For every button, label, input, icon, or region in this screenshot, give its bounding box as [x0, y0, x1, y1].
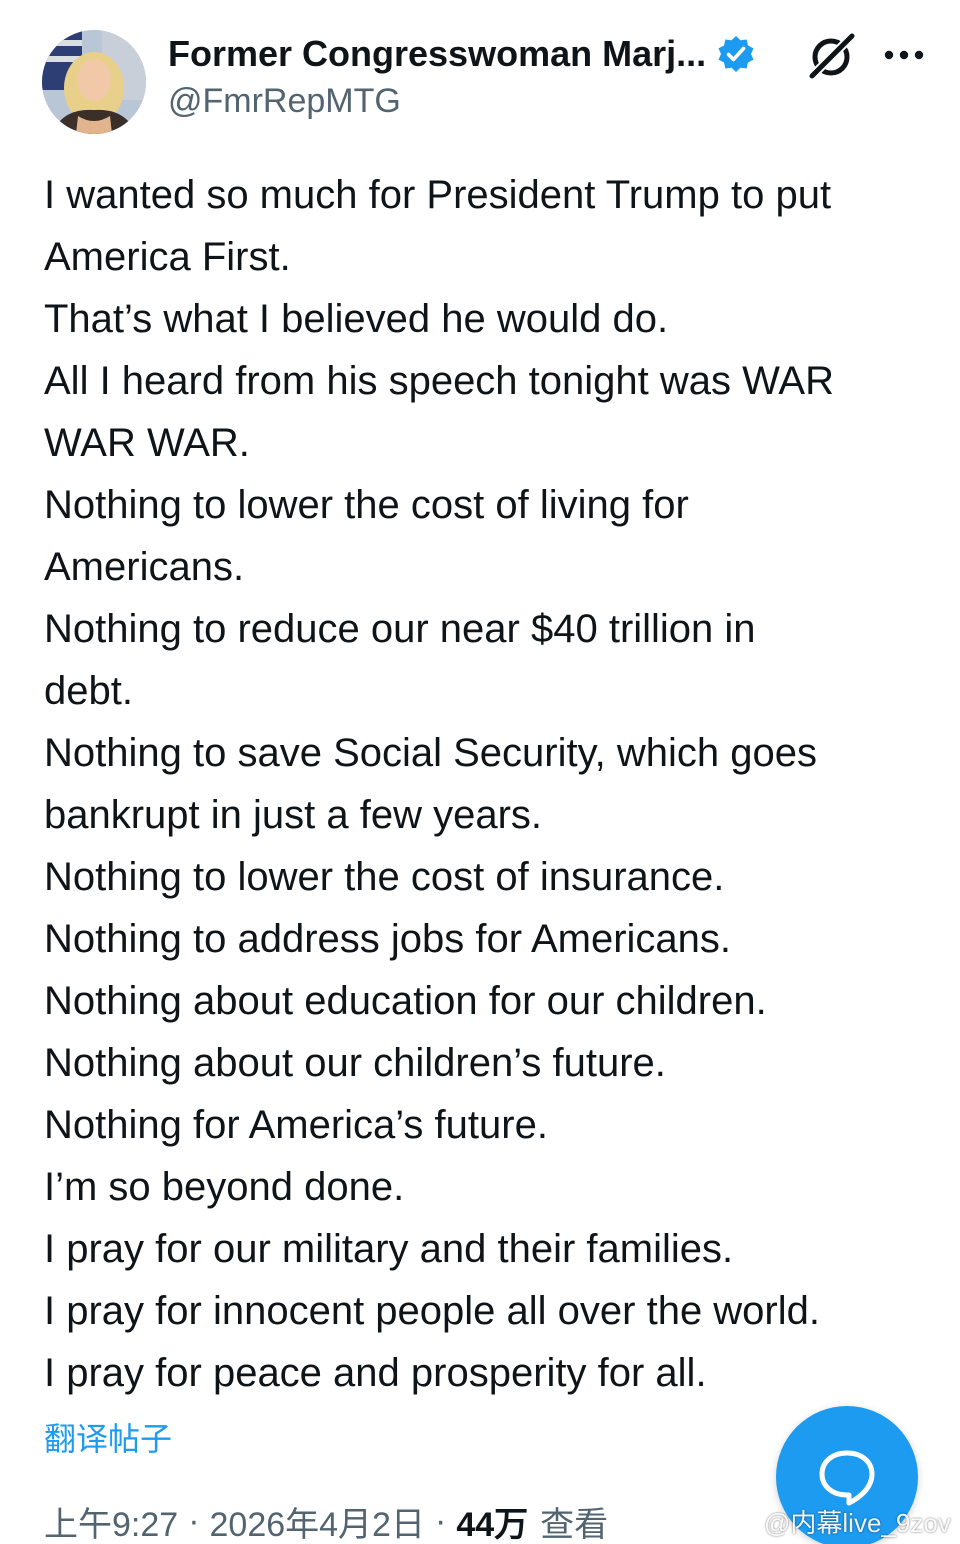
tweet-line: Nothing about our children’s future. [44, 1041, 666, 1085]
weibo-logo-icon [726, 1510, 757, 1534]
grok-icon[interactable] [806, 30, 858, 82]
avatar-image [42, 30, 146, 134]
meta-separator: · [434, 1501, 447, 1540]
author-handle[interactable]: @FmrRepMTG [168, 82, 401, 121]
tweet-line: debt. [44, 669, 133, 713]
views-count[interactable]: 44万 [456, 1497, 528, 1544]
more-options-icon[interactable] [882, 38, 926, 72]
tweet-line: I’m so beyond done. [44, 1165, 405, 1209]
views-label[interactable]: 查看 [540, 1497, 608, 1544]
tweet-line: I wanted so much for President Trump to … [44, 173, 832, 217]
tweet-line: I pray for innocent people all over the … [44, 1289, 820, 1333]
watermark: @内幕live_9zov [726, 1504, 951, 1538]
tweet-time[interactable]: 上午9:27 [44, 1497, 178, 1544]
author-display-name[interactable]: Former Congresswoman Marj... [168, 33, 706, 75]
tweet-line: America First. [44, 235, 291, 279]
tweet-line: Nothing to save Social Security, which g… [44, 731, 817, 775]
tweet-line: Americans. [44, 545, 245, 589]
tweet-line: Nothing to lower the cost of living for [44, 483, 689, 527]
tweet-text: I wanted so much for President Trump to … [44, 164, 934, 1404]
tweet-line: All I heard from his speech tonight was … [44, 359, 834, 403]
compose-reply-icon [819, 1450, 875, 1506]
tweet-header: Former Congresswoman Marj... @FmrRepMTG [0, 0, 960, 140]
tweet-meta: 上午9:27 · 2026年4月2日 · 44万 查看 [44, 1496, 608, 1544]
tweet-line: Nothing to address jobs for Americans. [44, 917, 732, 961]
tweet-date[interactable]: 2026年4月2日 [210, 1497, 425, 1544]
verified-badge-icon [718, 36, 754, 72]
watermark-text: @内幕live_9zov [764, 1507, 951, 1538]
tweet-line: I pray for peace and prosperity for all. [44, 1351, 707, 1395]
tweet-line: Nothing for America’s future. [44, 1103, 548, 1147]
author-name-row[interactable]: Former Congresswoman Marj... [168, 30, 756, 78]
tweet-line: Nothing to lower the cost of insurance. [44, 855, 725, 899]
tweet-line: That’s what I believed he would do. [44, 297, 669, 341]
meta-separator: · [188, 1501, 200, 1540]
tweet-line: Nothing to reduce our near $40 trillion … [44, 607, 756, 651]
translate-post-link[interactable]: 翻译帖子 [44, 1414, 172, 1460]
tweet-line: I pray for our military and their famili… [44, 1227, 734, 1271]
tweet-line: bankrupt in just a few years. [44, 793, 543, 837]
avatar[interactable] [42, 30, 146, 134]
tweet-line: Nothing about education for our children… [44, 979, 767, 1023]
tweet-line: WAR WAR. [44, 421, 250, 465]
